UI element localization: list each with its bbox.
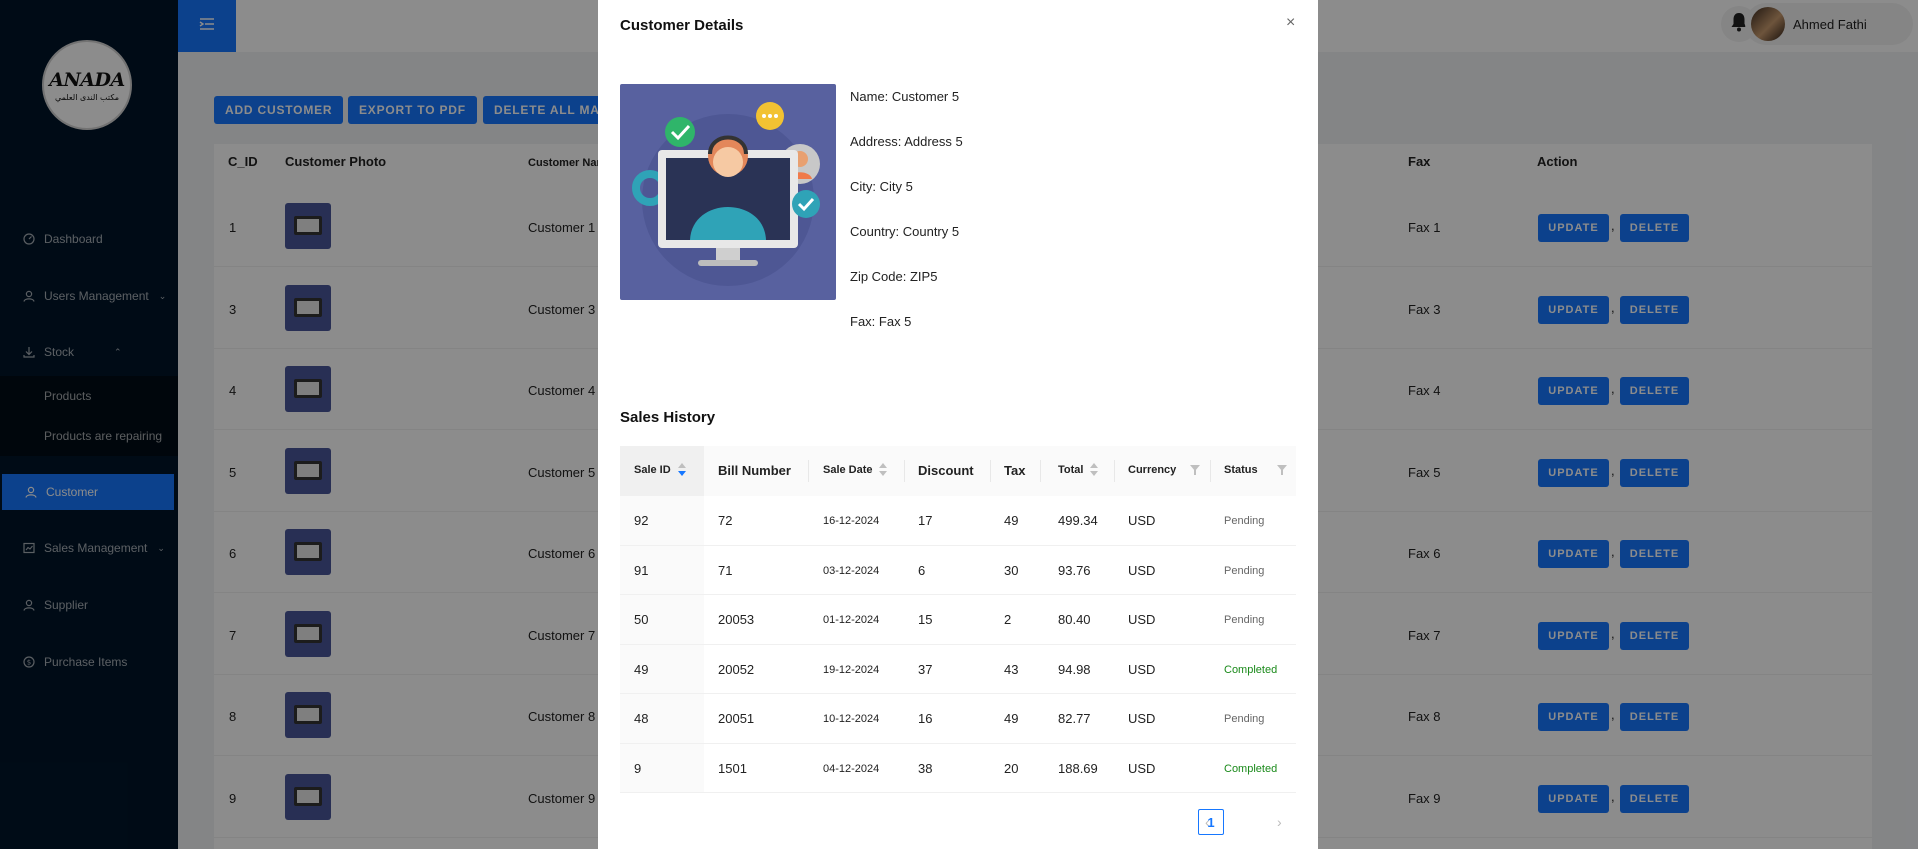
close-icon[interactable]: ×: [1286, 14, 1295, 32]
sort-icon[interactable]: [879, 463, 887, 477]
column-header-tax: Tax: [1004, 463, 1026, 478]
tax: 20: [1004, 760, 1019, 776]
tax: 2: [1004, 612, 1012, 627]
sale-date: 16-12-2024: [823, 515, 880, 527]
discount: 37: [918, 661, 933, 677]
status-badge: Completed: [1224, 663, 1278, 676]
discount: 38: [918, 760, 933, 776]
modal-title: Customer Details: [620, 17, 744, 34]
column-header-discount: Discount: [918, 463, 974, 478]
currency: USD: [1128, 612, 1156, 627]
column-header-currency: Currency: [1128, 464, 1177, 476]
detail-fax: Fax: Fax 5: [850, 314, 912, 329]
total: 94.98: [1058, 661, 1091, 677]
sale-id: 48: [634, 711, 649, 726]
detail-name: Name: Customer 5: [850, 89, 960, 104]
column-header-status: Status: [1224, 464, 1258, 476]
customer-photo: [620, 84, 836, 300]
column-header-total[interactable]: Total: [1058, 464, 1083, 476]
column-header-sale-date[interactable]: Sale Date: [823, 464, 873, 476]
sale-date: 04-12-2024: [823, 762, 880, 775]
sales-table-row: 92 72 16-12-2024 17 49 499.34 USD Pending: [620, 496, 1296, 546]
status-badge: Pending: [1224, 564, 1265, 577]
sort-icon[interactable]: [1090, 463, 1098, 477]
filter-icon[interactable]: [1277, 465, 1287, 475]
sales-table-row: 91 71 03-12-2024 6 30 93.76 USD Pending: [620, 545, 1296, 595]
currency: USD: [1128, 760, 1156, 776]
currency: USD: [1128, 711, 1156, 726]
sale-date: 10-12-2024: [823, 713, 880, 725]
column-header-bill-number: Bill Number: [718, 463, 791, 478]
detail-zip-code: Zip Code: ZIP5: [850, 269, 938, 284]
detail-address: Address: Address 5: [850, 134, 963, 149]
status-badge: Pending: [1224, 614, 1265, 626]
filter-icon[interactable]: [1190, 465, 1200, 475]
total: 93.76: [1058, 562, 1091, 578]
sale-id: 9: [634, 760, 642, 776]
discount: 15: [918, 612, 933, 627]
bill-number: 72: [718, 513, 733, 528]
sales-table-row: 50 20053 01-12-2024 15 2 80.40 USD Pending: [620, 595, 1296, 645]
bill-number: 71: [718, 562, 733, 578]
tax: 49: [1004, 711, 1019, 726]
discount: 16: [918, 711, 933, 726]
next-page-button[interactable]: ›: [1277, 814, 1282, 830]
tax: 49: [1004, 513, 1019, 528]
sale-id: 49: [634, 661, 649, 677]
detail-city: City: City 5: [850, 179, 913, 194]
sales-table-row: 49 20052 19-12-2024 37 43 94.98 USD Completed: [620, 644, 1296, 694]
bill-number: 20051: [718, 711, 755, 726]
sales-history-title: Sales History: [620, 409, 716, 426]
column-header-sale-id[interactable]: Sale ID: [634, 464, 671, 476]
bill-number: 20052: [718, 661, 755, 677]
sale-id: 50: [634, 612, 649, 627]
currency: USD: [1128, 562, 1156, 578]
sort-icon[interactable]: [678, 463, 686, 477]
status-badge: Pending: [1224, 515, 1265, 527]
sale-date: 01-12-2024: [823, 614, 880, 626]
sales-table-row: 48 20051 10-12-2024 16 49 82.77 USD Pending: [620, 694, 1296, 744]
sale-date: 19-12-2024: [823, 663, 880, 676]
total: 80.40: [1058, 612, 1091, 627]
tax: 30: [1004, 562, 1019, 578]
sales-table-header: Sale ID Bill Number Sale Date Discount T…: [620, 446, 1296, 496]
total: 188.69: [1058, 760, 1098, 776]
discount: 6: [918, 562, 926, 578]
discount: 17: [918, 513, 933, 528]
currency: USD: [1128, 661, 1156, 677]
sale-id: 91: [634, 562, 649, 578]
customer-details-modal: Customer Details × Name: Customer 5 Addr…: [598, 0, 1318, 849]
page-1-button[interactable]: 1: [1198, 809, 1224, 835]
status-badge: Completed: [1224, 762, 1278, 775]
status-badge: Pending: [1224, 713, 1265, 725]
sale-id: 92: [634, 513, 649, 528]
total: 499.34: [1058, 513, 1098, 528]
tax: 43: [1004, 661, 1019, 677]
sales-table-row: 9 1501 04-12-2024 38 20 188.69 USD Completed: [620, 743, 1296, 793]
total: 82.77: [1058, 711, 1091, 726]
currency: USD: [1128, 513, 1156, 528]
bill-number: 1501: [718, 760, 747, 776]
bill-number: 20053: [718, 612, 755, 627]
detail-country: Country: Country 5: [850, 224, 960, 239]
sale-date: 03-12-2024: [823, 564, 880, 577]
